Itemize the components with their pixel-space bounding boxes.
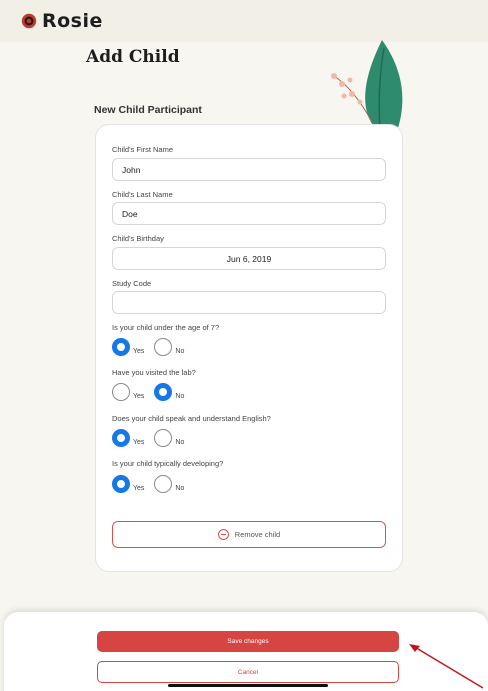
home-indicator[interactable]	[168, 684, 328, 687]
plant-illustration-icon	[331, 40, 403, 129]
option-label: Yes	[133, 485, 145, 492]
first-name-field[interactable]: John	[112, 158, 386, 181]
option-yes[interactable]: Yes	[112, 338, 144, 356]
last-name-field[interactable]: Doe	[112, 202, 386, 225]
radio-group-under-7: Yes No	[112, 336, 194, 356]
study-code-label: Study Code	[112, 279, 152, 288]
option-label: No	[175, 439, 185, 446]
option-label: Yes	[133, 439, 145, 446]
radio-button-selected[interactable]	[112, 429, 130, 447]
option-yes[interactable]: Yes	[112, 475, 144, 493]
remove-child-label: Remove child	[234, 530, 281, 539]
option-yes[interactable]: Yes	[112, 429, 144, 447]
last-name-label: Child's Last Name	[112, 190, 173, 199]
option-label: No	[175, 348, 185, 355]
birthday-label: Child's Birthday	[112, 234, 164, 243]
option-no[interactable]: No	[154, 383, 184, 401]
cancel-button[interactable]: Cancel	[97, 661, 399, 683]
radio-group-english: Yes No	[112, 427, 194, 447]
child-form-card: Child's First Name John Child's Last Nam…	[95, 124, 403, 572]
option-label: No	[175, 485, 185, 492]
save-changes-button[interactable]: Save changes	[97, 631, 399, 652]
top-bar: Rosie	[0, 0, 488, 42]
radio-button[interactable]	[112, 383, 130, 401]
study-code-field[interactable]	[112, 291, 386, 314]
add-child-screen: Rosie Add Child New Child Participant Ch…	[0, 0, 488, 691]
radio-group-typically-developing: Yes No	[112, 473, 194, 493]
question-label-under-7: Is your child under the age of 7?	[112, 323, 220, 332]
radio-button-selected[interactable]	[112, 338, 130, 356]
question-label-english: Does your child speak and understand Eng…	[112, 414, 271, 423]
option-no[interactable]: No	[154, 429, 184, 447]
radio-button-selected[interactable]	[112, 475, 130, 493]
annotation-arrow-icon	[409, 644, 484, 689]
radio-button[interactable]	[154, 475, 173, 493]
radio-button-selected[interactable]	[154, 383, 173, 401]
remove-child-button[interactable]: Remove child	[112, 521, 386, 548]
option-label: Yes	[133, 393, 145, 400]
page-title: Add Child	[86, 47, 180, 67]
option-yes[interactable]: Yes	[112, 383, 144, 401]
option-no[interactable]: No	[154, 338, 184, 356]
minus-circle-icon	[217, 529, 229, 540]
section-title: New Child Participant	[94, 104, 202, 116]
option-no[interactable]: No	[154, 475, 184, 493]
option-label: Yes	[133, 348, 145, 355]
radio-group-visited-lab: Yes No	[112, 381, 194, 401]
radio-button[interactable]	[154, 338, 173, 356]
question-label-visited-lab: Have you visited the lab?	[112, 368, 196, 377]
rose-logo-icon	[21, 13, 37, 29]
option-label: No	[175, 393, 185, 400]
question-label-typically-developing: Is your child typically developing?	[112, 459, 224, 468]
radio-button[interactable]	[154, 429, 173, 447]
birthday-picker[interactable]: Jun 6, 2019	[112, 247, 386, 270]
app-logo-text: Rosie	[42, 10, 103, 32]
first-name-label: Child's First Name	[112, 145, 174, 154]
